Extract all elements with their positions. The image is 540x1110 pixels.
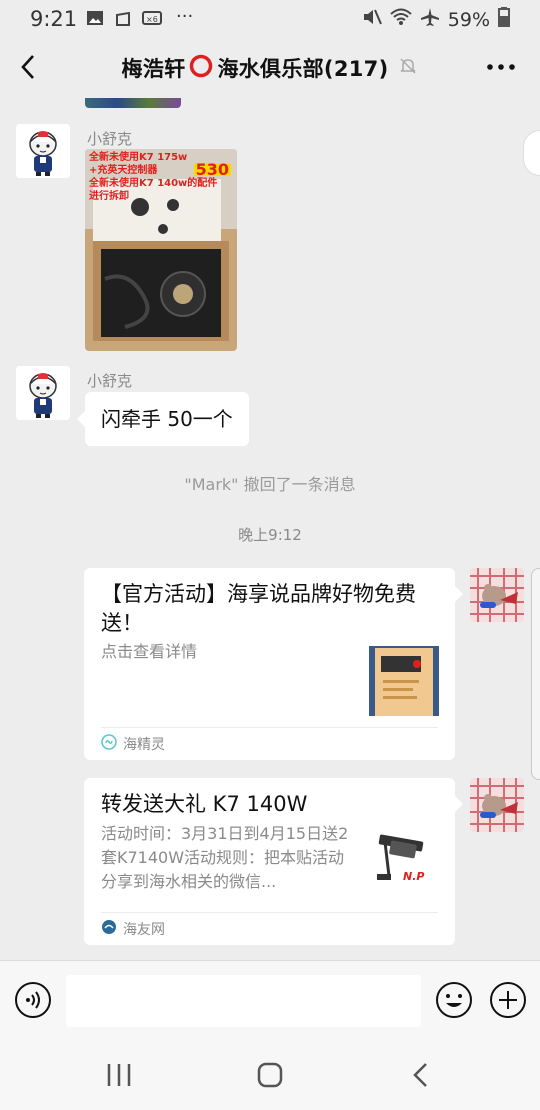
text-message-bubble[interactable]: 闪牵手 50一个	[77, 392, 249, 446]
cartoon-pilot-avatar-icon	[16, 124, 70, 178]
side-panel-tab[interactable]	[523, 130, 540, 176]
cartoon-pilot-avatar-icon	[16, 366, 70, 420]
card-description: 点击查看详情	[101, 642, 198, 661]
title-suffix: 海水俱乐部(217)	[217, 57, 389, 81]
mini-program-icon	[101, 734, 117, 754]
title-prefix: 梅浩轩	[121, 57, 186, 81]
status-time: 9:21	[30, 7, 78, 31]
link-card[interactable]: 【官方活动】海享说品牌好物免费送！ 点击查看详情 海精灵	[84, 568, 463, 760]
voice-input-button[interactable]	[14, 981, 52, 1019]
avatar[interactable]	[16, 366, 70, 420]
lamp-thumbnail-icon: N.P	[369, 830, 439, 900]
card-thumbnail	[369, 646, 439, 716]
wifi-icon	[390, 8, 412, 31]
more-functions-button[interactable]	[489, 981, 527, 1019]
image-caption: 全新未使用K7 175w +充英天控制器 530 全新未使用K7 140w的配件…	[89, 151, 235, 203]
signal-notification-icon: ×6	[142, 8, 162, 32]
system-navigation-bar	[0, 1042, 540, 1110]
image-message[interactable]: 全新未使用K7 175w +充英天控制器 530 全新未使用K7 140w的配件…	[85, 149, 237, 351]
caption-line: 进行拆卸	[89, 191, 129, 202]
plaid-cartoon-avatar-icon	[470, 568, 524, 622]
message-timestamp: 晚上9:12	[238, 526, 302, 544]
haiyou-logo-icon	[101, 919, 117, 939]
message-input[interactable]	[66, 975, 421, 1027]
more-options-button[interactable]	[484, 52, 518, 82]
card-description: 活动时间：3月31日到4月15日送2套K7140W活动规则：把本贴活动分享到海水…	[101, 824, 349, 891]
sender-name: 小舒克	[87, 130, 133, 148]
product-thumbnail-icon	[369, 646, 439, 716]
card-source-name: 海友网	[123, 922, 165, 938]
avatar[interactable]	[470, 778, 524, 832]
previous-image-message[interactable]	[85, 98, 181, 108]
image-notification-icon	[86, 8, 104, 32]
card-title: 【官方活动】海享说品牌好物免费送！	[101, 582, 416, 635]
sender-name: 小舒克	[87, 372, 133, 390]
card-source-name: 海精灵	[123, 737, 165, 753]
more-dots-icon	[487, 64, 515, 70]
status-right: 59%	[362, 7, 510, 32]
bag-notification-icon	[114, 8, 132, 32]
battery-percent: 59%	[447, 8, 490, 31]
recent-apps-button[interactable]	[99, 1058, 139, 1092]
caption-price: 530	[193, 160, 231, 179]
plus-circle-icon	[490, 982, 526, 1018]
card-thumbnail: N.P	[369, 830, 439, 900]
smiley-icon	[436, 982, 472, 1018]
svg-text:N.P: N.P	[403, 870, 424, 883]
chat-area[interactable]: 小舒克 全新未使用K7 175w +充英天控制器 530 全新未使用K7 140…	[0, 98, 540, 960]
home-button[interactable]	[250, 1058, 290, 1092]
voice-icon	[15, 982, 51, 1018]
svg-text:×6: ×6	[146, 15, 158, 24]
back-chevron-icon	[413, 1063, 427, 1087]
avatar[interactable]	[16, 124, 70, 178]
card-source: 海精灵	[101, 727, 438, 760]
plaid-cartoon-avatar-icon	[470, 778, 524, 832]
avatar[interactable]	[470, 568, 524, 622]
chat-title: 梅浩轩 海水俱乐部(217)	[0, 53, 540, 83]
status-bar: 9:21 ×6 ··· 59%	[0, 0, 540, 38]
card-title: 转发送大礼 K7 140W	[101, 792, 308, 816]
more-notifications-icon: ···	[176, 6, 194, 27]
edge-panel-handle[interactable]	[531, 568, 540, 780]
battery-icon	[498, 7, 510, 32]
mute-icon	[362, 8, 382, 31]
airplane-icon	[420, 7, 440, 32]
link-card[interactable]: 转发送大礼 K7 140W 活动时间：3月31日到4月15日送2套K7140W活…	[84, 778, 463, 945]
input-bar	[0, 960, 540, 1043]
card-source: 海友网	[101, 912, 438, 945]
red-circle-icon	[189, 54, 213, 83]
mute-bell-icon	[398, 56, 418, 81]
home-icon	[257, 1062, 283, 1088]
chat-header: 梅浩轩 海水俱乐部(217)	[0, 38, 540, 98]
recall-notice: "Mark" 撤回了一条消息	[184, 475, 356, 494]
recent-apps-icon	[107, 1064, 131, 1086]
back-nav-button[interactable]	[402, 1058, 442, 1092]
emoji-button[interactable]	[435, 981, 473, 1019]
